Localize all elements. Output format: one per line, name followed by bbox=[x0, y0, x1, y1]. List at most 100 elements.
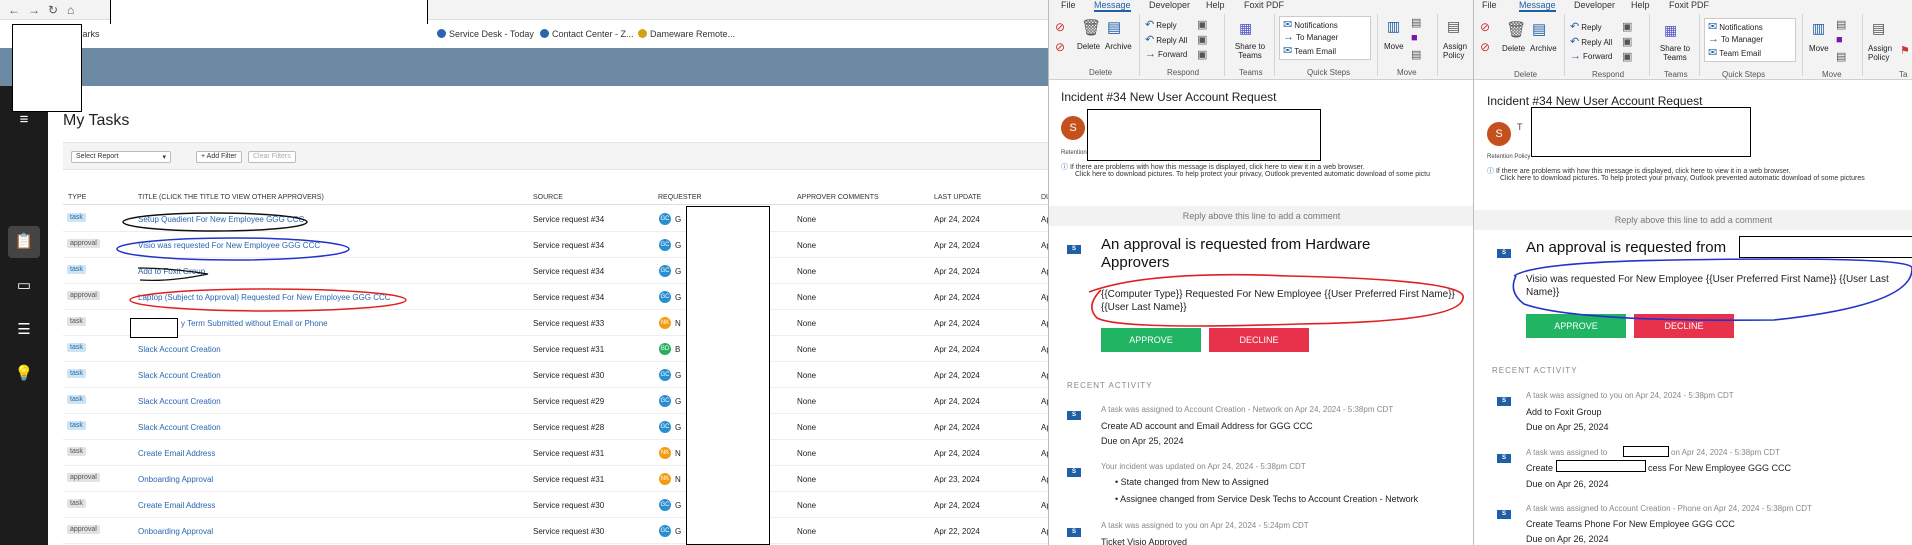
task-title-link[interactable]: Add to Foxit Group bbox=[138, 267, 205, 276]
delete-button[interactable]: Delete bbox=[1077, 42, 1100, 51]
onenote-icon[interactable]: ■ bbox=[1836, 34, 1843, 46]
forward-button[interactable]: → Forward bbox=[1570, 50, 1612, 62]
move-icon[interactable]: ▥ bbox=[1812, 20, 1825, 37]
qs-to-manager[interactable]: → To Manager bbox=[1708, 33, 1763, 45]
archive-button[interactable]: Archive bbox=[1530, 44, 1557, 53]
tab-message[interactable]: Message bbox=[1519, 0, 1556, 12]
policy-icon[interactable]: ▤ bbox=[1447, 18, 1460, 35]
policy-icon[interactable]: ▤ bbox=[1872, 20, 1885, 37]
teams-icon[interactable]: ▦ bbox=[1239, 20, 1252, 37]
actions-icon[interactable]: ▤ bbox=[1836, 50, 1846, 63]
col-source[interactable]: SOURCE bbox=[533, 194, 563, 201]
decline-button[interactable]: DECLINE bbox=[1634, 314, 1734, 338]
im-icon[interactable]: ▣ bbox=[1197, 33, 1207, 46]
reply-all-button[interactable]: ↶ Reply All bbox=[1570, 35, 1612, 48]
qs-notifications[interactable]: ✉ Notifications bbox=[1708, 20, 1763, 33]
source-cell[interactable]: Service request #30 bbox=[533, 371, 604, 380]
archive-icon[interactable]: ▤ bbox=[1107, 18, 1121, 36]
clear-filters-button[interactable]: Clear Filters bbox=[248, 151, 296, 163]
chat-icon[interactable]: ▭ bbox=[14, 276, 34, 296]
tab-foxit[interactable]: Foxit PDF bbox=[1244, 0, 1284, 10]
junk-icon[interactable]: ⊘ bbox=[1055, 40, 1065, 54]
share-to-teams-button[interactable]: Share to Teams bbox=[1657, 44, 1693, 62]
source-cell[interactable]: Service request #33 bbox=[533, 319, 604, 328]
qs-team-email[interactable]: ✉ Team Email bbox=[1283, 44, 1336, 57]
delete-button[interactable]: Delete bbox=[1502, 44, 1525, 53]
task-title-link[interactable]: y Term Submitted without Email or Phone bbox=[181, 319, 328, 328]
reply-button[interactable]: ↶ Reply bbox=[1570, 20, 1602, 33]
flag-icon[interactable]: ⚑ bbox=[1900, 44, 1910, 57]
more-respond-icon[interactable]: ▣ bbox=[1197, 48, 1207, 61]
junk-icon[interactable]: ⊘ bbox=[1480, 40, 1490, 54]
qs-to-manager[interactable]: → To Manager bbox=[1283, 31, 1338, 43]
actions-icon[interactable]: ▤ bbox=[1411, 48, 1421, 61]
list-icon[interactable]: ☰ bbox=[14, 320, 34, 340]
decline-button[interactable]: DECLINE bbox=[1209, 328, 1309, 352]
col-requester[interactable]: REQUESTER bbox=[658, 194, 702, 201]
source-cell[interactable]: Service request #34 bbox=[533, 267, 604, 276]
source-cell[interactable]: Service request #31 bbox=[533, 475, 604, 484]
onenote-icon[interactable]: ■ bbox=[1411, 32, 1418, 44]
task-title-link[interactable]: Slack Account Creation bbox=[138, 345, 221, 354]
approve-button[interactable]: APPROVE bbox=[1526, 314, 1626, 338]
source-cell[interactable]: Service request #29 bbox=[533, 397, 604, 406]
col-due[interactable]: DU bbox=[1041, 194, 1048, 201]
col-type[interactable]: TYPE bbox=[68, 194, 86, 201]
col-last-update[interactable]: LAST UPDATE bbox=[934, 194, 981, 201]
reply-all-button[interactable]: ↶ Reply All bbox=[1145, 33, 1187, 46]
info-download-pictures[interactable]: Click here to download pictures. To help… bbox=[1075, 171, 1430, 178]
source-cell[interactable]: Service request #30 bbox=[533, 527, 604, 536]
qs-notifications[interactable]: ✉ Notifications bbox=[1283, 18, 1338, 31]
task-title-link[interactable]: Slack Account Creation bbox=[138, 423, 221, 432]
info-download-pictures[interactable]: Click here to download pictures. To help… bbox=[1500, 175, 1865, 182]
tab-message[interactable]: Message bbox=[1094, 0, 1131, 12]
move-icon[interactable]: ▥ bbox=[1387, 18, 1400, 35]
select-report-dropdown[interactable]: Select Report ▾ bbox=[71, 151, 171, 163]
task-title-link[interactable]: Onboarding Approval bbox=[138, 527, 213, 536]
tab-file[interactable]: File bbox=[1482, 0, 1497, 10]
col-approver-comments[interactable]: APPROVER COMMENTS bbox=[797, 194, 879, 201]
rules-icon[interactable]: ▤ bbox=[1836, 18, 1846, 31]
source-cell[interactable]: Service request #31 bbox=[533, 449, 604, 458]
meeting-icon[interactable]: ▣ bbox=[1197, 18, 1207, 31]
bookmark-dameware[interactable]: Dameware Remote... bbox=[638, 29, 735, 39]
teams-icon[interactable]: ▦ bbox=[1664, 22, 1677, 39]
assign-policy-button[interactable]: Assign Policy bbox=[1443, 42, 1473, 60]
task-title-link[interactable]: Slack Account Creation bbox=[138, 371, 221, 380]
meeting-icon[interactable]: ▣ bbox=[1622, 20, 1632, 33]
reply-button[interactable]: ↶ Reply bbox=[1145, 18, 1177, 31]
trash-icon[interactable]: 🗑 bbox=[1506, 20, 1526, 40]
archive-button[interactable]: Archive bbox=[1105, 42, 1132, 51]
source-cell[interactable]: Service request #28 bbox=[533, 423, 604, 432]
task-title-link[interactable]: Setup Quadient For New Employee GGG CCC bbox=[138, 215, 304, 224]
task-title-link[interactable]: Create Email Address bbox=[138, 501, 215, 510]
col-title[interactable]: TITLE (CLICK THE TITLE TO VIEW OTHER APP… bbox=[138, 194, 324, 201]
im-icon[interactable]: ▣ bbox=[1622, 35, 1632, 48]
task-title-link[interactable]: Onboarding Approval bbox=[138, 475, 213, 484]
tab-foxit[interactable]: Foxit PDF bbox=[1669, 0, 1709, 10]
task-title-link[interactable]: Create Email Address bbox=[138, 449, 215, 458]
qs-team-email[interactable]: ✉ Team Email bbox=[1708, 46, 1761, 59]
move-button[interactable]: Move bbox=[1809, 44, 1829, 53]
source-cell[interactable]: Service request #34 bbox=[533, 293, 604, 302]
share-to-teams-button[interactable]: Share to Teams bbox=[1232, 42, 1268, 60]
source-cell[interactable]: Service request #34 bbox=[533, 215, 604, 224]
bookmark-contact-center[interactable]: Contact Center - Z... bbox=[540, 29, 634, 39]
tab-file[interactable]: File bbox=[1061, 0, 1076, 10]
ignore-icon[interactable]: ⊘ bbox=[1055, 20, 1065, 34]
add-filter-button[interactable]: + Add Filter bbox=[196, 151, 242, 163]
home-icon[interactable]: ⌂ bbox=[67, 3, 74, 17]
task-title-link[interactable]: Visio was requested For New Employee GGG… bbox=[138, 241, 320, 250]
task-title-link[interactable]: Slack Account Creation bbox=[138, 397, 221, 406]
lightbulb-icon[interactable]: 💡 bbox=[14, 364, 34, 384]
tab-help[interactable]: Help bbox=[1206, 0, 1225, 10]
assign-policy-button[interactable]: Assign Policy bbox=[1868, 44, 1898, 62]
forward-icon[interactable]: → bbox=[28, 3, 40, 17]
forward-button[interactable]: → Forward bbox=[1145, 48, 1187, 60]
move-button[interactable]: Move bbox=[1384, 42, 1404, 51]
more-respond-icon[interactable]: ▣ bbox=[1622, 50, 1632, 63]
menu-icon[interactable]: ≡ bbox=[14, 110, 34, 130]
tab-developer[interactable]: Developer bbox=[1574, 0, 1615, 10]
tab-help[interactable]: Help bbox=[1631, 0, 1650, 10]
rules-icon[interactable]: ▤ bbox=[1411, 16, 1421, 29]
